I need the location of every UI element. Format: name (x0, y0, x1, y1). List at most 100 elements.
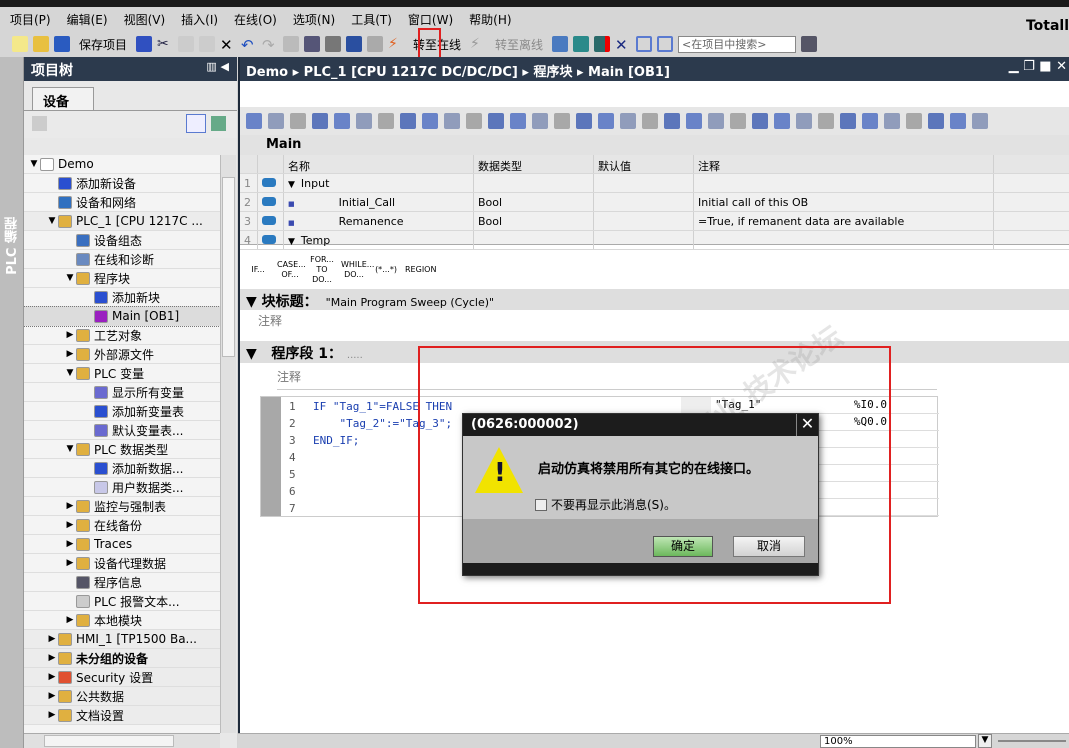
expand-down-icon[interactable]: ▼ (64, 273, 76, 283)
editor-tool-icon[interactable] (598, 113, 614, 129)
name-cell[interactable]: ▼ Input (284, 174, 474, 192)
accessible-devices-icon[interactable] (552, 36, 569, 52)
tree-item[interactable]: 程序信息 (24, 573, 220, 592)
editor-tool-icon[interactable] (268, 113, 284, 129)
tree-item[interactable]: PLC 报警文本... (24, 592, 220, 611)
instruction-button[interactable]: FOR... TO DO... (306, 255, 338, 285)
tree-item[interactable]: ▼ 程序块 (24, 269, 220, 288)
expand-right-icon[interactable]: ▶ (64, 615, 76, 625)
menu-item[interactable]: 视图(V) (124, 11, 166, 28)
instruction-button[interactable]: REGION (402, 265, 438, 275)
editor-tool-icon[interactable] (378, 113, 394, 129)
zoom-dropdown-icon[interactable]: ▼ (978, 734, 992, 748)
collapse-icon[interactable]: ▼ (288, 237, 295, 247)
tree-item[interactable]: ▶ 外部源文件 (24, 345, 220, 364)
editor-tool-icon[interactable] (290, 113, 306, 129)
name-cell[interactable]: ▼ Temp (284, 231, 474, 249)
split-vertical-icon[interactable] (657, 36, 674, 52)
datatype-cell[interactable]: Bool (474, 193, 594, 211)
editor-tool-icon[interactable] (862, 113, 878, 129)
tree-item[interactable]: Main [OB1] (24, 306, 220, 327)
tree-item[interactable]: ▶ HMI_1 [TP1500 Ba... (24, 630, 220, 649)
default-cell[interactable] (594, 193, 694, 211)
editor-tool-icon[interactable] (818, 113, 834, 129)
tree-item[interactable]: ▶ Traces (24, 535, 220, 554)
tree-item[interactable]: 用户数据类... (24, 478, 220, 497)
param-bullet-icon[interactable]: ■ (288, 219, 295, 227)
tree-item[interactable]: ▶ 公共数据 (24, 687, 220, 706)
portal-side-tab[interactable]: PLC 编程 (0, 57, 24, 748)
tree-item[interactable]: 添加新变量表 (24, 402, 220, 421)
param-bullet-icon[interactable]: ■ (288, 200, 295, 208)
tree-item[interactable]: 在线和诊断 (24, 250, 220, 269)
breadcrumb-item[interactable]: PLC_1 [CPU 1217C DC/DC/DC] (304, 65, 518, 80)
expand-right-icon[interactable]: ▶ (46, 691, 58, 701)
tree-item[interactable]: ▼ PLC_1 [CPU 1217C ... (24, 212, 220, 231)
editor-tool-icon[interactable] (620, 113, 636, 129)
split-horizontal-icon[interactable] (636, 36, 653, 52)
tree-item[interactable]: ▶ 文档设置 (24, 706, 220, 725)
download-icon[interactable] (304, 36, 321, 52)
block-title-value[interactable]: "Main Program Sweep (Cycle)" (326, 296, 494, 309)
editor-tool-icon[interactable] (444, 113, 460, 129)
tree-item[interactable]: ▶ 监控与强制表 (24, 497, 220, 516)
menu-item[interactable]: 项目(P) (10, 11, 51, 28)
instruction-button[interactable]: (*...*) (370, 265, 402, 275)
stop-cpu-icon[interactable] (594, 36, 611, 52)
editor-tool-icon[interactable] (840, 113, 856, 129)
editor-tool-icon[interactable] (752, 113, 768, 129)
menu-item[interactable]: 在线(O) (234, 11, 277, 28)
tree-item[interactable]: 默认变量表... (24, 421, 220, 440)
tab-devices[interactable]: 设备 (32, 87, 94, 111)
expand-down-icon[interactable]: ▼ (64, 368, 76, 378)
editor-tool-icon[interactable] (906, 113, 922, 129)
collapse-panel-icon[interactable]: ▥ ◀ (206, 60, 229, 73)
menu-item[interactable]: 工具(T) (351, 11, 392, 28)
detail-view-icon[interactable] (186, 114, 206, 133)
menu-item[interactable]: 帮助(H) (469, 11, 511, 28)
expand-down-icon[interactable]: ▼ (46, 216, 58, 226)
new-project-icon[interactable] (12, 36, 28, 52)
comment-cell[interactable] (694, 231, 994, 249)
expand-right-icon[interactable]: ▶ (64, 330, 76, 340)
paste-icon[interactable] (199, 36, 216, 52)
tree-item[interactable]: 显示所有变量 (24, 383, 220, 402)
comment-cell[interactable]: Initial call of this OB (694, 193, 994, 211)
tree-item[interactable]: ▶ 未分组的设备 (24, 649, 220, 668)
menu-item[interactable]: 插入(I) (181, 11, 218, 28)
block-comment[interactable]: 注释 (258, 312, 282, 329)
table-row[interactable]: 4 ▼ Temp (240, 231, 1069, 250)
tree-item[interactable]: 设备组态 (24, 231, 220, 250)
column-header[interactable]: 名称 (284, 155, 474, 173)
dialog-close-button[interactable]: ✕ (796, 414, 818, 436)
delete-icon[interactable]: ✕ (220, 36, 236, 54)
collapse-icon[interactable]: ▼ (288, 180, 295, 190)
tree-item[interactable]: ▶ 设备代理数据 (24, 554, 220, 573)
expand-right-icon[interactable]: ▶ (46, 653, 58, 663)
menu-item[interactable]: 选项(N) (293, 11, 335, 28)
editor-tool-icon[interactable] (928, 113, 944, 129)
breadcrumb-item[interactable]: Main [OB1] (588, 65, 670, 80)
editor-tool-icon[interactable] (774, 113, 790, 129)
add-group-icon[interactable] (32, 116, 47, 131)
go-offline-button[interactable]: 转至离线 (495, 36, 543, 53)
editor-tool-icon[interactable] (554, 113, 570, 129)
breadcrumb-item[interactable]: Demo (246, 65, 288, 80)
editor-tool-icon[interactable] (510, 113, 526, 129)
redo-icon[interactable]: ↷ (262, 36, 278, 54)
editor-tool-icon[interactable] (532, 113, 548, 129)
go-offline-icon[interactable]: ⚡ (470, 36, 486, 52)
checkbox-box[interactable] (535, 498, 547, 511)
comment-cell[interactable] (694, 174, 994, 192)
window-controls[interactable]: ▁ ❐ ■ ✕ (1009, 59, 1067, 74)
expand-right-icon[interactable]: ▶ (64, 558, 76, 568)
editor-tool-icon[interactable] (422, 113, 438, 129)
instruction-button[interactable]: IF... (242, 265, 274, 275)
close-all-editors-icon[interactable]: ✕ (615, 36, 631, 54)
tree-item[interactable]: 添加新设备 (24, 174, 220, 193)
binoculars-search-icon[interactable] (801, 36, 818, 52)
editor-tool-icon[interactable] (312, 113, 328, 129)
datatype-cell[interactable] (474, 231, 594, 249)
expand-down-icon[interactable]: ▼ (28, 159, 40, 169)
name-cell[interactable]: ■ Remanence (284, 212, 474, 230)
